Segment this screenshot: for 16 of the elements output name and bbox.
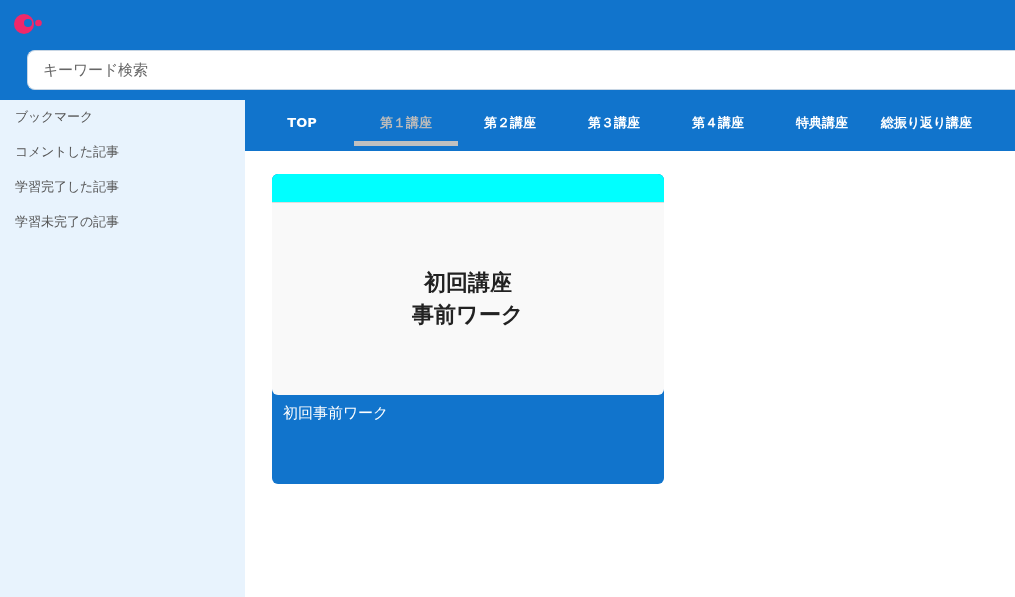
tab[interactable]: TOP [250,100,354,146]
tab[interactable]: 第３講座 [562,100,666,146]
thumbnail-title: 初回講座 事前ワーク [412,269,524,329]
tab[interactable]: 総振り返り講座 [874,100,978,146]
card-title: 初回事前ワーク [283,404,389,423]
sidebar-item[interactable]: 学習完了した記事 [0,176,245,211]
sidebar-item[interactable]: ブックマーク [0,106,245,141]
tab[interactable]: 第４講座 [666,100,770,146]
sidebar-item[interactable]: 学習未完了の記事 [0,211,245,246]
sidebar-item[interactable]: コメントした記事 [0,141,245,176]
logo-icon[interactable] [14,14,42,34]
tab[interactable]: 特典講座 [770,100,874,146]
search-field[interactable]: キーワード検索 [27,50,1015,90]
tab[interactable]: 第１講座 [354,100,458,146]
article-card[interactable]: 初回講座 事前ワーク 初回事前ワーク [272,174,664,484]
tab[interactable]: 第２講座 [458,100,562,146]
